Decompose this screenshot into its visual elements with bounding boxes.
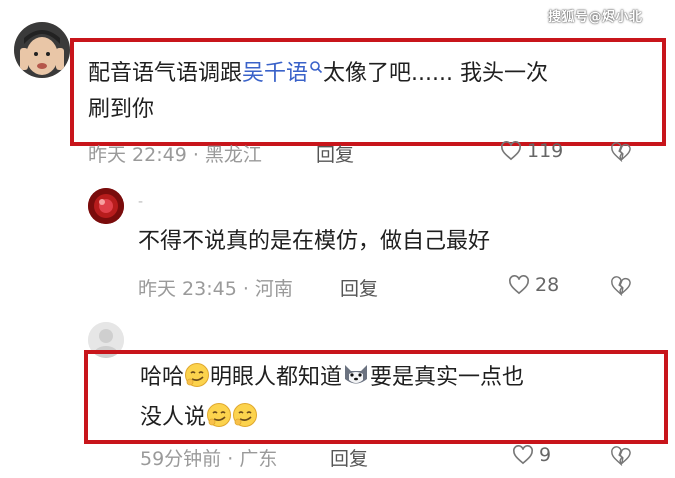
broken-heart-icon: [611, 142, 631, 163]
dislike-button[interactable]: [610, 142, 632, 166]
like-button[interactable]: 9: [512, 444, 551, 466]
comment-item: 配音语气语调跟吴千语 太像了吧...... 我头一次 刷到你 昨天 22:49 ·…: [0, 0, 675, 172]
reply-button[interactable]: 回复: [316, 140, 354, 167]
broken-heart-icon: [611, 276, 631, 297]
husky-dog-emoji-icon: [342, 362, 370, 400]
comment-location: 黑龙江: [204, 144, 262, 166]
comment-location: 广东: [239, 448, 278, 470]
dislike-button[interactable]: [610, 276, 632, 300]
like-count: 9: [539, 444, 552, 466]
username[interactable]: -: [138, 194, 143, 210]
like-count: 119: [527, 140, 564, 162]
comment-meta: 59分钟前 · 广东: [140, 448, 278, 470]
dislike-button[interactable]: [610, 446, 632, 470]
reply-button[interactable]: 回复: [330, 444, 368, 471]
comment-item: 哈哈 明眼人都知道 要是真实一点也 没人说 59分钟前 · 广东 回复 9: [0, 322, 675, 478]
smirk-emoji-icon: [206, 402, 232, 440]
heart-icon: [509, 275, 529, 295]
comment-time: 59分钟前: [140, 448, 222, 470]
comment-location: 河南: [254, 278, 293, 300]
comment-time: 昨天 23:45: [138, 278, 237, 300]
comment-item: - 不得不说真的是在模仿，做自己最好 昨天 23:45 · 河南 回复 28: [0, 172, 675, 322]
search-icon: [310, 61, 323, 74]
avatar[interactable]: [14, 22, 70, 78]
comment-time: 昨天 22:49: [88, 144, 187, 166]
reply-button[interactable]: 回复: [340, 274, 378, 301]
like-count: 28: [535, 274, 560, 296]
like-button[interactable]: 28: [508, 274, 559, 296]
smirk-emoji-icon: [232, 402, 258, 440]
broken-heart-icon: [611, 446, 631, 467]
avatar[interactable]: [88, 188, 124, 224]
comment-meta: 昨天 22:49 · 黑龙江: [88, 144, 262, 166]
like-button[interactable]: 119: [500, 140, 563, 162]
comment-text: 哈哈 明眼人都知道 要是真实一点也 没人说: [140, 360, 640, 440]
smirk-emoji-icon: [184, 362, 210, 400]
comment-text: 不得不说真的是在模仿，做自己最好: [138, 229, 491, 254]
comment-text: 配音语气语调跟吴千语 太像了吧...... 我头一次 刷到你: [88, 61, 548, 122]
heart-icon: [501, 141, 521, 161]
comment-meta: 昨天 23:45 · 河南: [138, 278, 293, 300]
mention-link[interactable]: 吴千语: [242, 61, 323, 86]
heart-icon: [513, 445, 533, 465]
